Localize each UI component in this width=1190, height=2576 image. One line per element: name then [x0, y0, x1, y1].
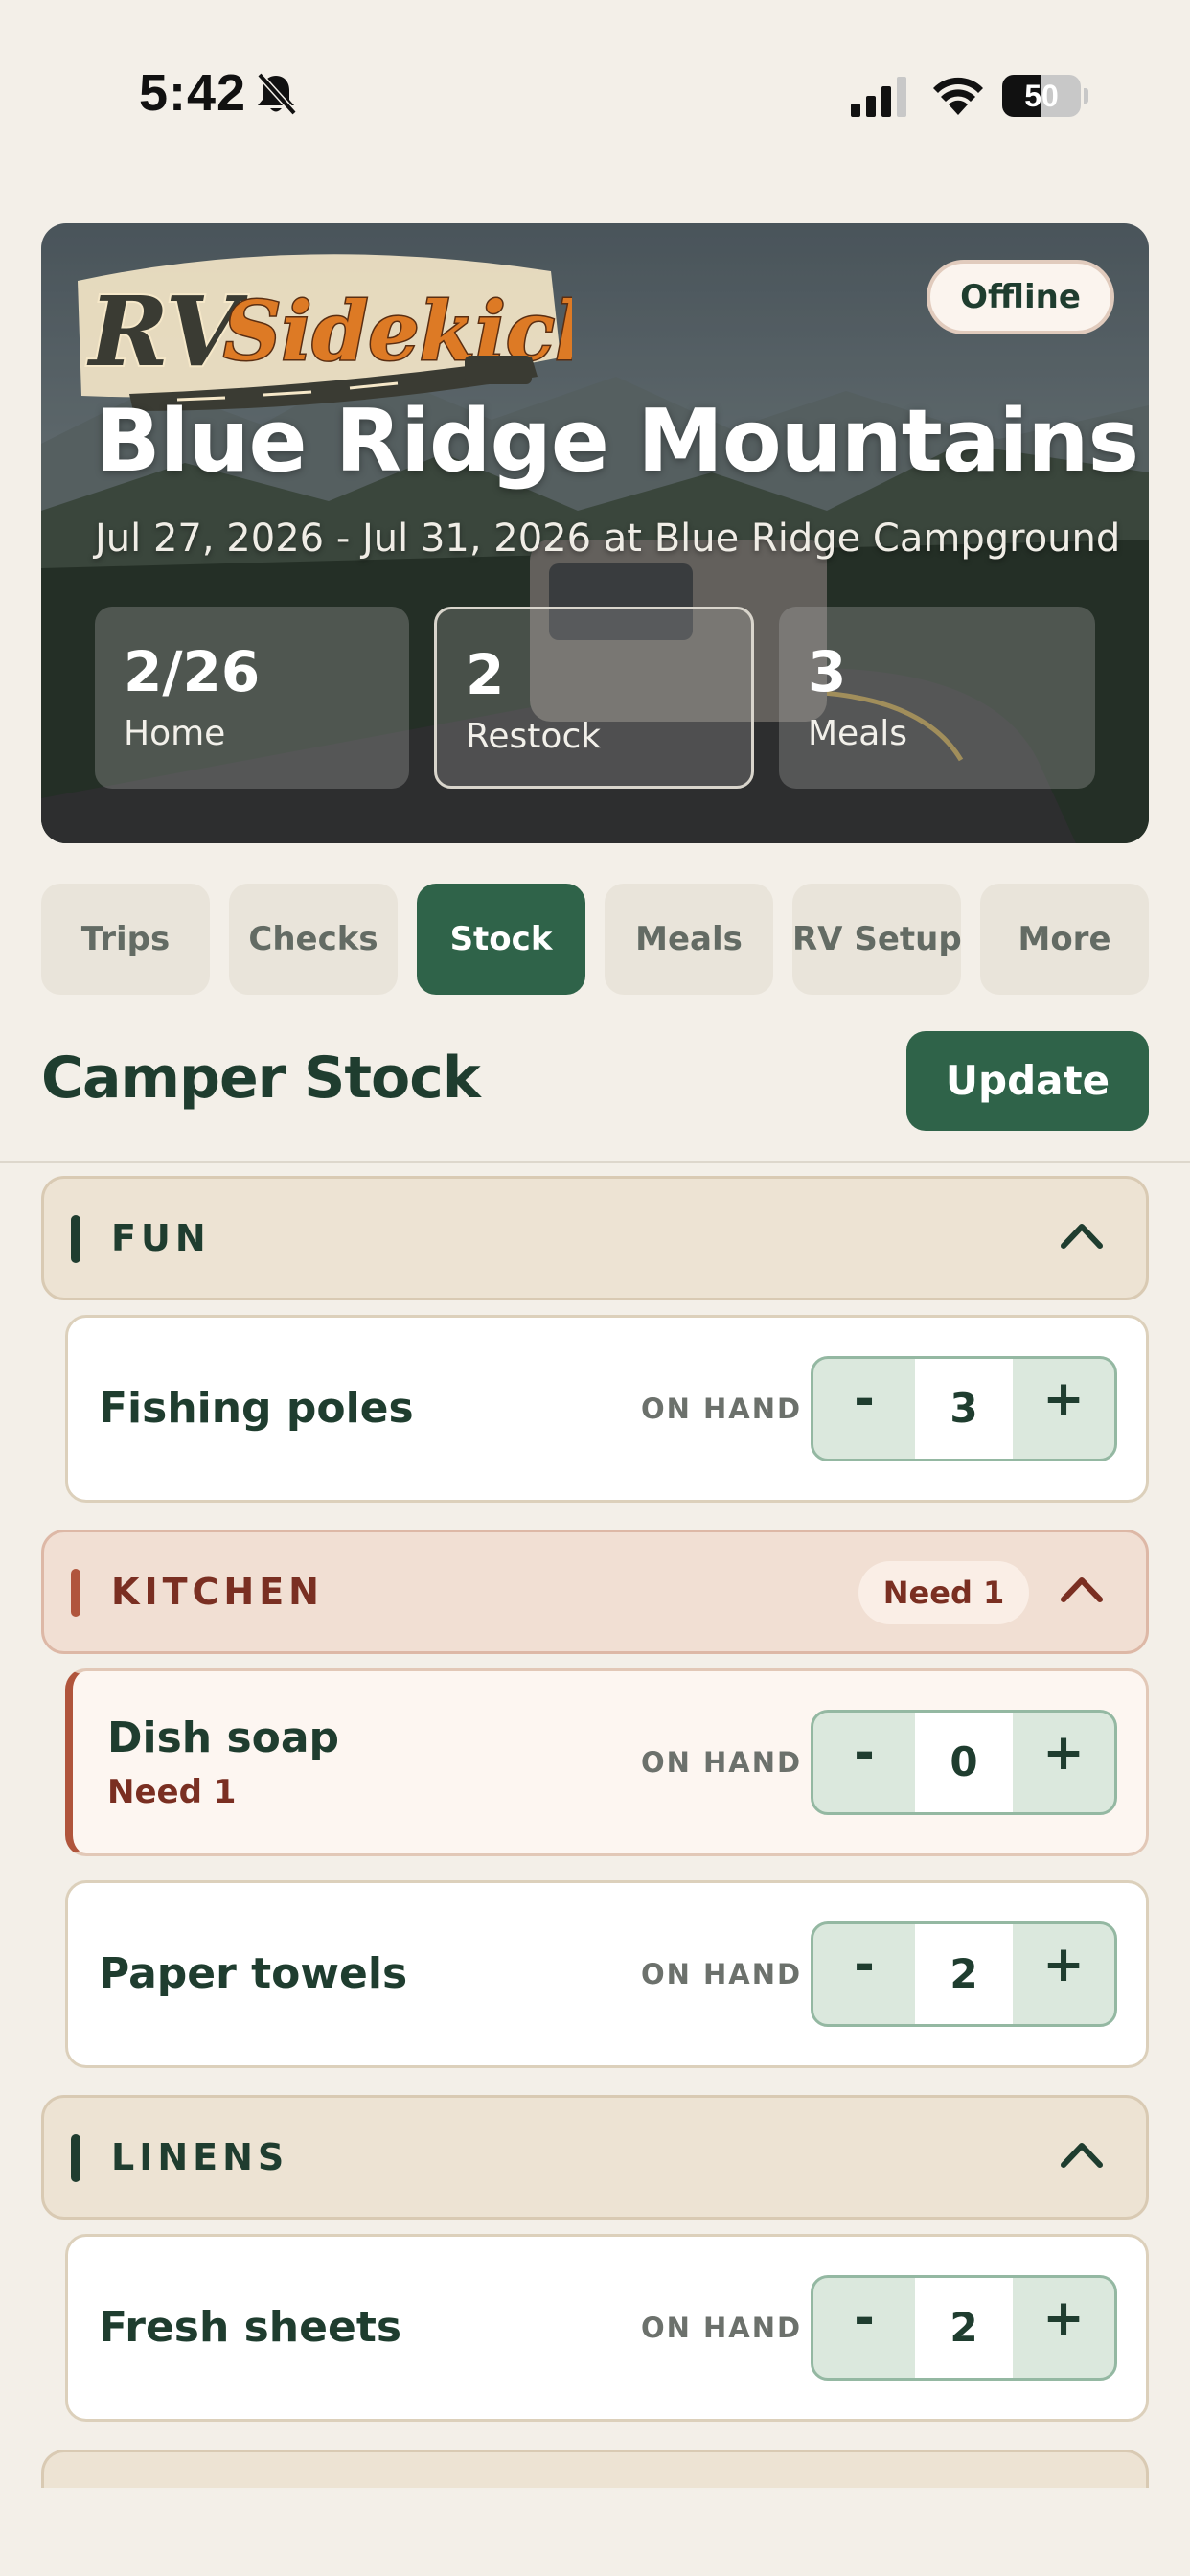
- quantity-value[interactable]: 3: [915, 1359, 1013, 1459]
- category-header-next[interactable]: [41, 2450, 1149, 2488]
- quantity-value[interactable]: 0: [915, 1713, 1013, 1812]
- stat-label: Meals: [808, 714, 908, 753]
- stat-label: Home: [124, 714, 226, 753]
- quantity-stepper: - 2 +: [811, 1921, 1117, 2027]
- tab-trips[interactable]: Trips: [41, 884, 210, 995]
- decrement-button[interactable]: -: [813, 1713, 915, 1812]
- stock-item-dish-soap: Dish soap Need 1 ON HAND - 0 +: [65, 1668, 1149, 1856]
- decrement-button[interactable]: -: [813, 1924, 915, 2024]
- battery-percent: 50: [1024, 79, 1059, 113]
- category-accent-bar: [71, 1215, 80, 1263]
- tab-more[interactable]: More: [980, 884, 1149, 995]
- tab-stock[interactable]: Stock: [417, 884, 585, 995]
- category-header-kitchen[interactable]: KITCHEN Need 1: [41, 1530, 1149, 1654]
- stock-item-paper-towels: Paper towels ON HAND - 2 +: [65, 1880, 1149, 2068]
- tab-meals[interactable]: Meals: [605, 884, 773, 995]
- tab-rv-setup[interactable]: RV Setup: [792, 884, 962, 995]
- status-bar: 5:42 50: [0, 0, 1190, 192]
- item-name: Dish soap: [107, 1714, 340, 1762]
- chevron-up-icon[interactable]: [1058, 1219, 1106, 1252]
- decrement-button[interactable]: -: [813, 1359, 915, 1459]
- trip-title: Blue Ridge Mountains: [95, 391, 1139, 492]
- quantity-stepper: - 0 +: [811, 1710, 1117, 1815]
- on-hand-label: ON HAND: [641, 1958, 803, 1990]
- item-need-label: Need 1: [107, 1773, 237, 1811]
- stock-item-fishing-poles: Fishing poles ON HAND - 3 +: [65, 1315, 1149, 1503]
- chevron-up-icon[interactable]: [1058, 1573, 1106, 1605]
- cellular-signal-icon: [851, 77, 906, 117]
- stat-value: 2: [466, 642, 505, 707]
- bell-slash-icon: [257, 72, 297, 116]
- stat-value: 3: [808, 639, 847, 704]
- stat-value: 2/26: [124, 639, 261, 704]
- offline-badge: Offline: [927, 260, 1114, 334]
- stock-item-fresh-sheets: Fresh sheets ON HAND - 2 +: [65, 2234, 1149, 2422]
- category-label: FUN: [111, 1217, 211, 1259]
- divider: [0, 1162, 1190, 1163]
- wifi-icon: [933, 77, 983, 115]
- chevron-up-icon[interactable]: [1058, 2138, 1106, 2171]
- quantity-stepper: - 3 +: [811, 1356, 1117, 1461]
- category-label: KITCHEN: [111, 1571, 324, 1613]
- increment-button[interactable]: +: [1013, 1924, 1114, 2024]
- stat-restock[interactable]: 2 Restock: [434, 607, 754, 789]
- stat-meals[interactable]: 3 Meals: [779, 607, 1095, 789]
- trip-hero-card: RV Sidekick Offline Blue Ridge Mountains…: [41, 223, 1149, 843]
- update-button[interactable]: Update: [906, 1031, 1149, 1131]
- stat-label: Restock: [466, 717, 602, 756]
- category-header-fun[interactable]: FUN: [41, 1176, 1149, 1300]
- on-hand-label: ON HAND: [641, 1746, 803, 1779]
- status-time: 5:42: [139, 64, 247, 122]
- item-name: Fishing poles: [99, 1384, 414, 1433]
- increment-button[interactable]: +: [1013, 2278, 1114, 2378]
- category-accent-bar: [71, 1569, 80, 1617]
- increment-button[interactable]: +: [1013, 1713, 1114, 1812]
- category-header-linens[interactable]: LINENS: [41, 2095, 1149, 2220]
- tab-checks[interactable]: Checks: [229, 884, 398, 995]
- stat-home[interactable]: 2/26 Home: [95, 607, 409, 789]
- item-name: Fresh sheets: [99, 2303, 402, 2352]
- on-hand-label: ON HAND: [641, 1392, 803, 1425]
- on-hand-label: ON HAND: [641, 2312, 803, 2344]
- quantity-value[interactable]: 2: [915, 1924, 1013, 2024]
- need-badge: Need 1: [858, 1561, 1029, 1624]
- category-label: LINENS: [111, 2136, 289, 2178]
- battery-indicator: 50: [1002, 75, 1088, 117]
- decrement-button[interactable]: -: [813, 2278, 915, 2378]
- trip-subtitle: Jul 27, 2026 - Jul 31, 2026 at Blue Ridg…: [95, 517, 1121, 561]
- increment-button[interactable]: +: [1013, 1359, 1114, 1459]
- category-accent-bar: [71, 2134, 80, 2182]
- quantity-value[interactable]: 2: [915, 2278, 1013, 2378]
- quantity-stepper: - 2 +: [811, 2275, 1117, 2380]
- page-title: Camper Stock: [41, 1045, 481, 1112]
- item-name: Paper towels: [99, 1949, 408, 1998]
